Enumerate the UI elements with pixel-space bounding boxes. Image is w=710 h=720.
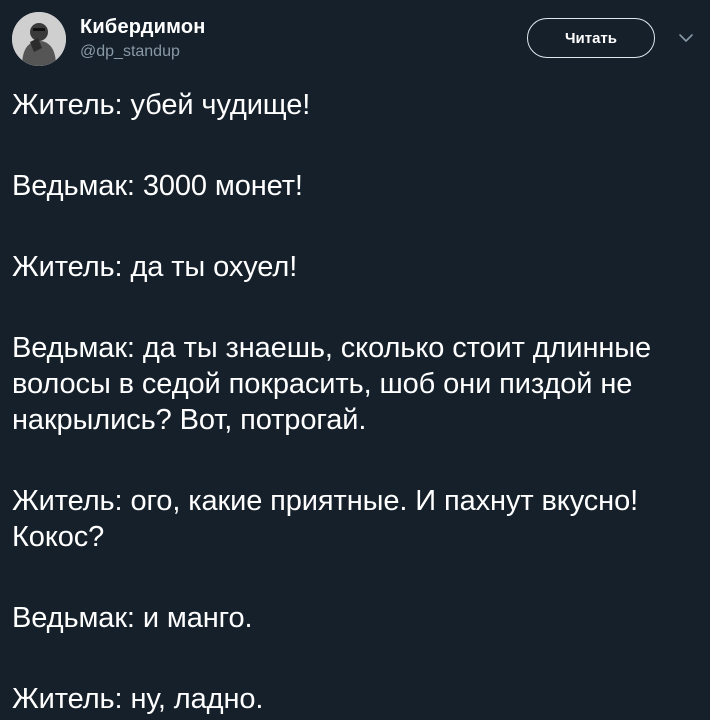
- follow-button[interactable]: Читать: [527, 18, 655, 58]
- tweet-card: Кибердимон @dp_standup Читать Житель: уб…: [0, 0, 710, 720]
- tweet-paragraph: Ведьмак: и манго.: [12, 602, 253, 634]
- user-avatar[interactable]: [12, 12, 66, 66]
- tweet-paragraph: Ведьмак: да ты знаешь, сколько стоит дли…: [12, 332, 652, 436]
- tweet-paragraph: Житель: ну, ладно.: [12, 683, 264, 715]
- display-name[interactable]: Кибердимон: [80, 15, 206, 39]
- tweet-paragraph: Ведьмак: 3000 монет!: [12, 170, 303, 202]
- tweet-paragraph: Житель: убей чудище!: [12, 89, 311, 121]
- chevron-down-icon[interactable]: [676, 28, 696, 48]
- user-info: Кибердимон @dp_standup: [80, 15, 206, 62]
- tweet-text: Житель: убей чудище! Ведьмак: 3000 монет…: [12, 87, 692, 717]
- tweet-header: Кибердимон @dp_standup Читать: [0, 0, 710, 80]
- avatar-image: [12, 12, 66, 66]
- tweet-paragraph: Житель: ого, какие приятные. И пахнут вк…: [12, 485, 639, 553]
- tweet-paragraph: Житель: да ты охуел!: [12, 251, 298, 283]
- user-handle[interactable]: @dp_standup: [80, 42, 206, 62]
